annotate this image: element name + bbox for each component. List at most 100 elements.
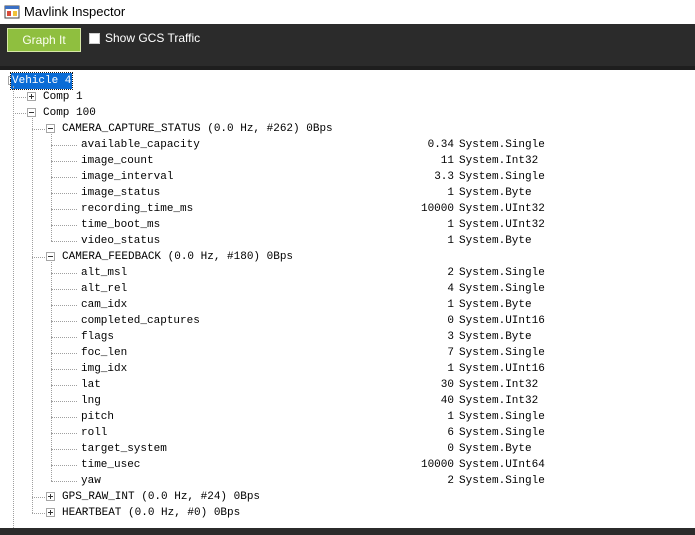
field-value: 0.34 [427, 139, 454, 151]
field-type: System.Byte [459, 235, 532, 247]
field-value: 4 [447, 283, 454, 295]
field-name[interactable]: image_interval [81, 169, 173, 185]
tree-comp-node[interactable]: Comp 1 [43, 89, 83, 105]
message-expand-toggle[interactable] [46, 508, 55, 517]
field-type: System.UInt16 [459, 315, 545, 327]
field-type: System.Int32 [459, 379, 539, 391]
field-value: 1 [447, 299, 454, 311]
field-value: 1 [447, 363, 454, 375]
message-collapse-toggle[interactable] [46, 124, 55, 133]
tree-guide-line [51, 305, 77, 306]
field-value: 7 [447, 347, 454, 359]
field-value: 0 [447, 443, 454, 455]
field-type: System.Single [459, 347, 545, 359]
field-value: 2 [447, 475, 454, 487]
field-value: 2 [447, 267, 454, 279]
show-gcs-traffic-label[interactable]: Show GCS Traffic [105, 31, 200, 45]
field-name[interactable]: completed_captures [81, 313, 200, 329]
tree-message-node[interactable]: GPS_RAW_INT (0.0 Hz, #24) 0Bps [62, 489, 260, 505]
tree-guide-line [32, 513, 47, 514]
field-type: System.UInt16 [459, 363, 545, 375]
message-expand-toggle[interactable] [46, 492, 55, 501]
field-name[interactable]: cam_idx [81, 297, 127, 313]
field-name[interactable]: lng [81, 393, 101, 409]
field-value: 10000 [420, 459, 454, 471]
field-name[interactable]: time_boot_ms [81, 217, 160, 233]
field-name[interactable]: video_status [81, 233, 160, 249]
field-name[interactable]: image_status [81, 185, 160, 201]
field-name[interactable]: img_idx [81, 361, 127, 377]
field-name[interactable]: target_system [81, 441, 167, 457]
field-type: System.Single [459, 283, 545, 295]
tree-guide-line [51, 134, 52, 241]
field-name[interactable]: roll [81, 425, 107, 441]
field-value: 1 [447, 187, 454, 199]
tree-guide-line [32, 118, 33, 513]
field-name[interactable]: yaw [81, 473, 101, 489]
field-value: 1 [447, 235, 454, 247]
field-name[interactable]: pitch [81, 409, 114, 425]
tree-message-node[interactable]: CAMERA_FEEDBACK (0.0 Hz, #180) 0Bps [62, 249, 293, 265]
tree-vehicle-node[interactable]: Vehicle 4 [9, 72, 74, 90]
tree-guide-line [51, 465, 77, 466]
tree-guide-line [51, 385, 77, 386]
field-value: 10000 [420, 203, 454, 215]
tree-guide-line [51, 209, 77, 210]
field-name[interactable]: foc_len [81, 345, 127, 361]
tree-message-node[interactable]: CAMERA_CAPTURE_STATUS (0.0 Hz, #262) 0Bp… [62, 121, 333, 137]
field-value: 1 [447, 219, 454, 231]
field-type: System.Single [459, 427, 545, 439]
field-value: 3 [447, 331, 454, 343]
field-type: System.Byte [459, 187, 532, 199]
field-value: 0 [447, 315, 454, 327]
field-name[interactable]: lat [81, 377, 101, 393]
show-gcs-traffic-checkbox[interactable] [89, 33, 100, 44]
graph-it-button[interactable]: Graph It [7, 28, 81, 52]
comp1-expand-toggle[interactable] [27, 92, 36, 101]
field-type: System.Int32 [459, 155, 539, 167]
message-collapse-toggle[interactable] [46, 252, 55, 261]
field-value: 11 [440, 155, 454, 167]
tree-guide-line [32, 129, 47, 130]
tree-comp-node[interactable]: Comp 100 [43, 105, 96, 121]
mavlink-tree-view[interactable]: Vehicle 4 Comp 1 Comp 100 CAMERA_CAPTURE_ST… [0, 70, 695, 528]
field-name[interactable]: alt_rel [81, 281, 127, 297]
field-type: System.Single [459, 139, 545, 151]
field-type: System.UInt32 [459, 219, 545, 231]
field-type: System.Single [459, 267, 545, 279]
field-name[interactable]: flags [81, 329, 114, 345]
tree-message-node[interactable]: HEARTBEAT (0.0 Hz, #0) 0Bps [62, 505, 240, 521]
tree-guide-line [51, 262, 52, 481]
field-name[interactable]: available_capacity [81, 137, 200, 153]
field-type: System.Byte [459, 331, 532, 343]
toolbar: Graph It Show GCS Traffic [0, 24, 695, 66]
field-name[interactable]: image_count [81, 153, 154, 169]
tree-guide-line [51, 353, 77, 354]
window-title: Mavlink Inspector [24, 4, 126, 19]
field-type: System.Byte [459, 299, 532, 311]
tree-guide-line [51, 321, 77, 322]
tree-guide-line [51, 369, 77, 370]
field-name[interactable]: alt_msl [81, 265, 127, 281]
tree-guide-line [51, 417, 77, 418]
field-type: System.Single [459, 171, 545, 183]
field-name[interactable]: recording_time_ms [81, 201, 193, 217]
field-value: 1 [447, 411, 454, 423]
tree-guide-line [51, 337, 77, 338]
tree-guide-line [51, 289, 77, 290]
field-value: 6 [447, 427, 454, 439]
tree-guide-line [51, 401, 77, 402]
field-name[interactable]: time_usec [81, 457, 140, 473]
tree-guide-line [13, 86, 14, 528]
field-value: 40 [440, 395, 454, 407]
field-type: System.Byte [459, 443, 532, 455]
field-type: System.UInt32 [459, 203, 545, 215]
tree-guide-line [32, 257, 47, 258]
tree-guide-line [51, 193, 77, 194]
tree-guide-line [51, 241, 77, 242]
comp100-collapse-toggle[interactable] [27, 108, 36, 117]
tree-guide-line [51, 161, 77, 162]
tree-guide-line [51, 177, 77, 178]
field-type: System.Int32 [459, 395, 539, 407]
tree-guide-line [51, 273, 77, 274]
